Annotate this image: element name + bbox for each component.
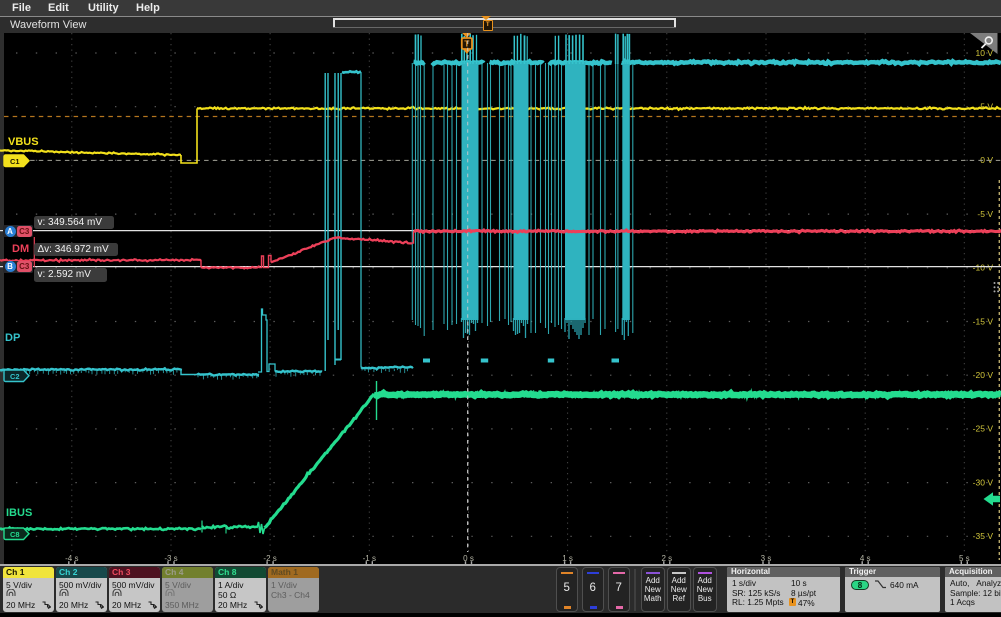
svg-text:C8: C8 <box>10 529 20 538</box>
svg-text:-10 V: -10 V <box>973 263 994 273</box>
svg-text:10 V: 10 V <box>976 48 994 58</box>
svg-text:-35 V: -35 V <box>973 531 994 541</box>
svg-text:C2: C2 <box>10 371 20 380</box>
svg-text:-15 V: -15 V <box>973 316 994 326</box>
svg-text:0 s: 0 s <box>463 554 474 563</box>
svg-text:5 s: 5 s <box>959 554 970 563</box>
svg-text:-5 V: -5 V <box>977 209 993 219</box>
svg-text:C1: C1 <box>10 156 20 165</box>
svg-text:-3 s: -3 s <box>164 554 177 563</box>
svg-text:4 s: 4 s <box>860 554 871 563</box>
svg-text:-2 s: -2 s <box>263 554 276 563</box>
svg-text:5 V: 5 V <box>980 102 993 112</box>
svg-text:-30 V: -30 V <box>973 477 994 487</box>
svg-text:-4 s: -4 s <box>65 554 78 563</box>
svg-text:1 s: 1 s <box>562 554 573 563</box>
svg-text:2 s: 2 s <box>661 554 672 563</box>
svg-text:-25 V: -25 V <box>973 424 994 434</box>
svg-text:3 s: 3 s <box>761 554 772 563</box>
svg-text:-20 V: -20 V <box>973 370 994 380</box>
svg-text:-1 s: -1 s <box>363 554 376 563</box>
